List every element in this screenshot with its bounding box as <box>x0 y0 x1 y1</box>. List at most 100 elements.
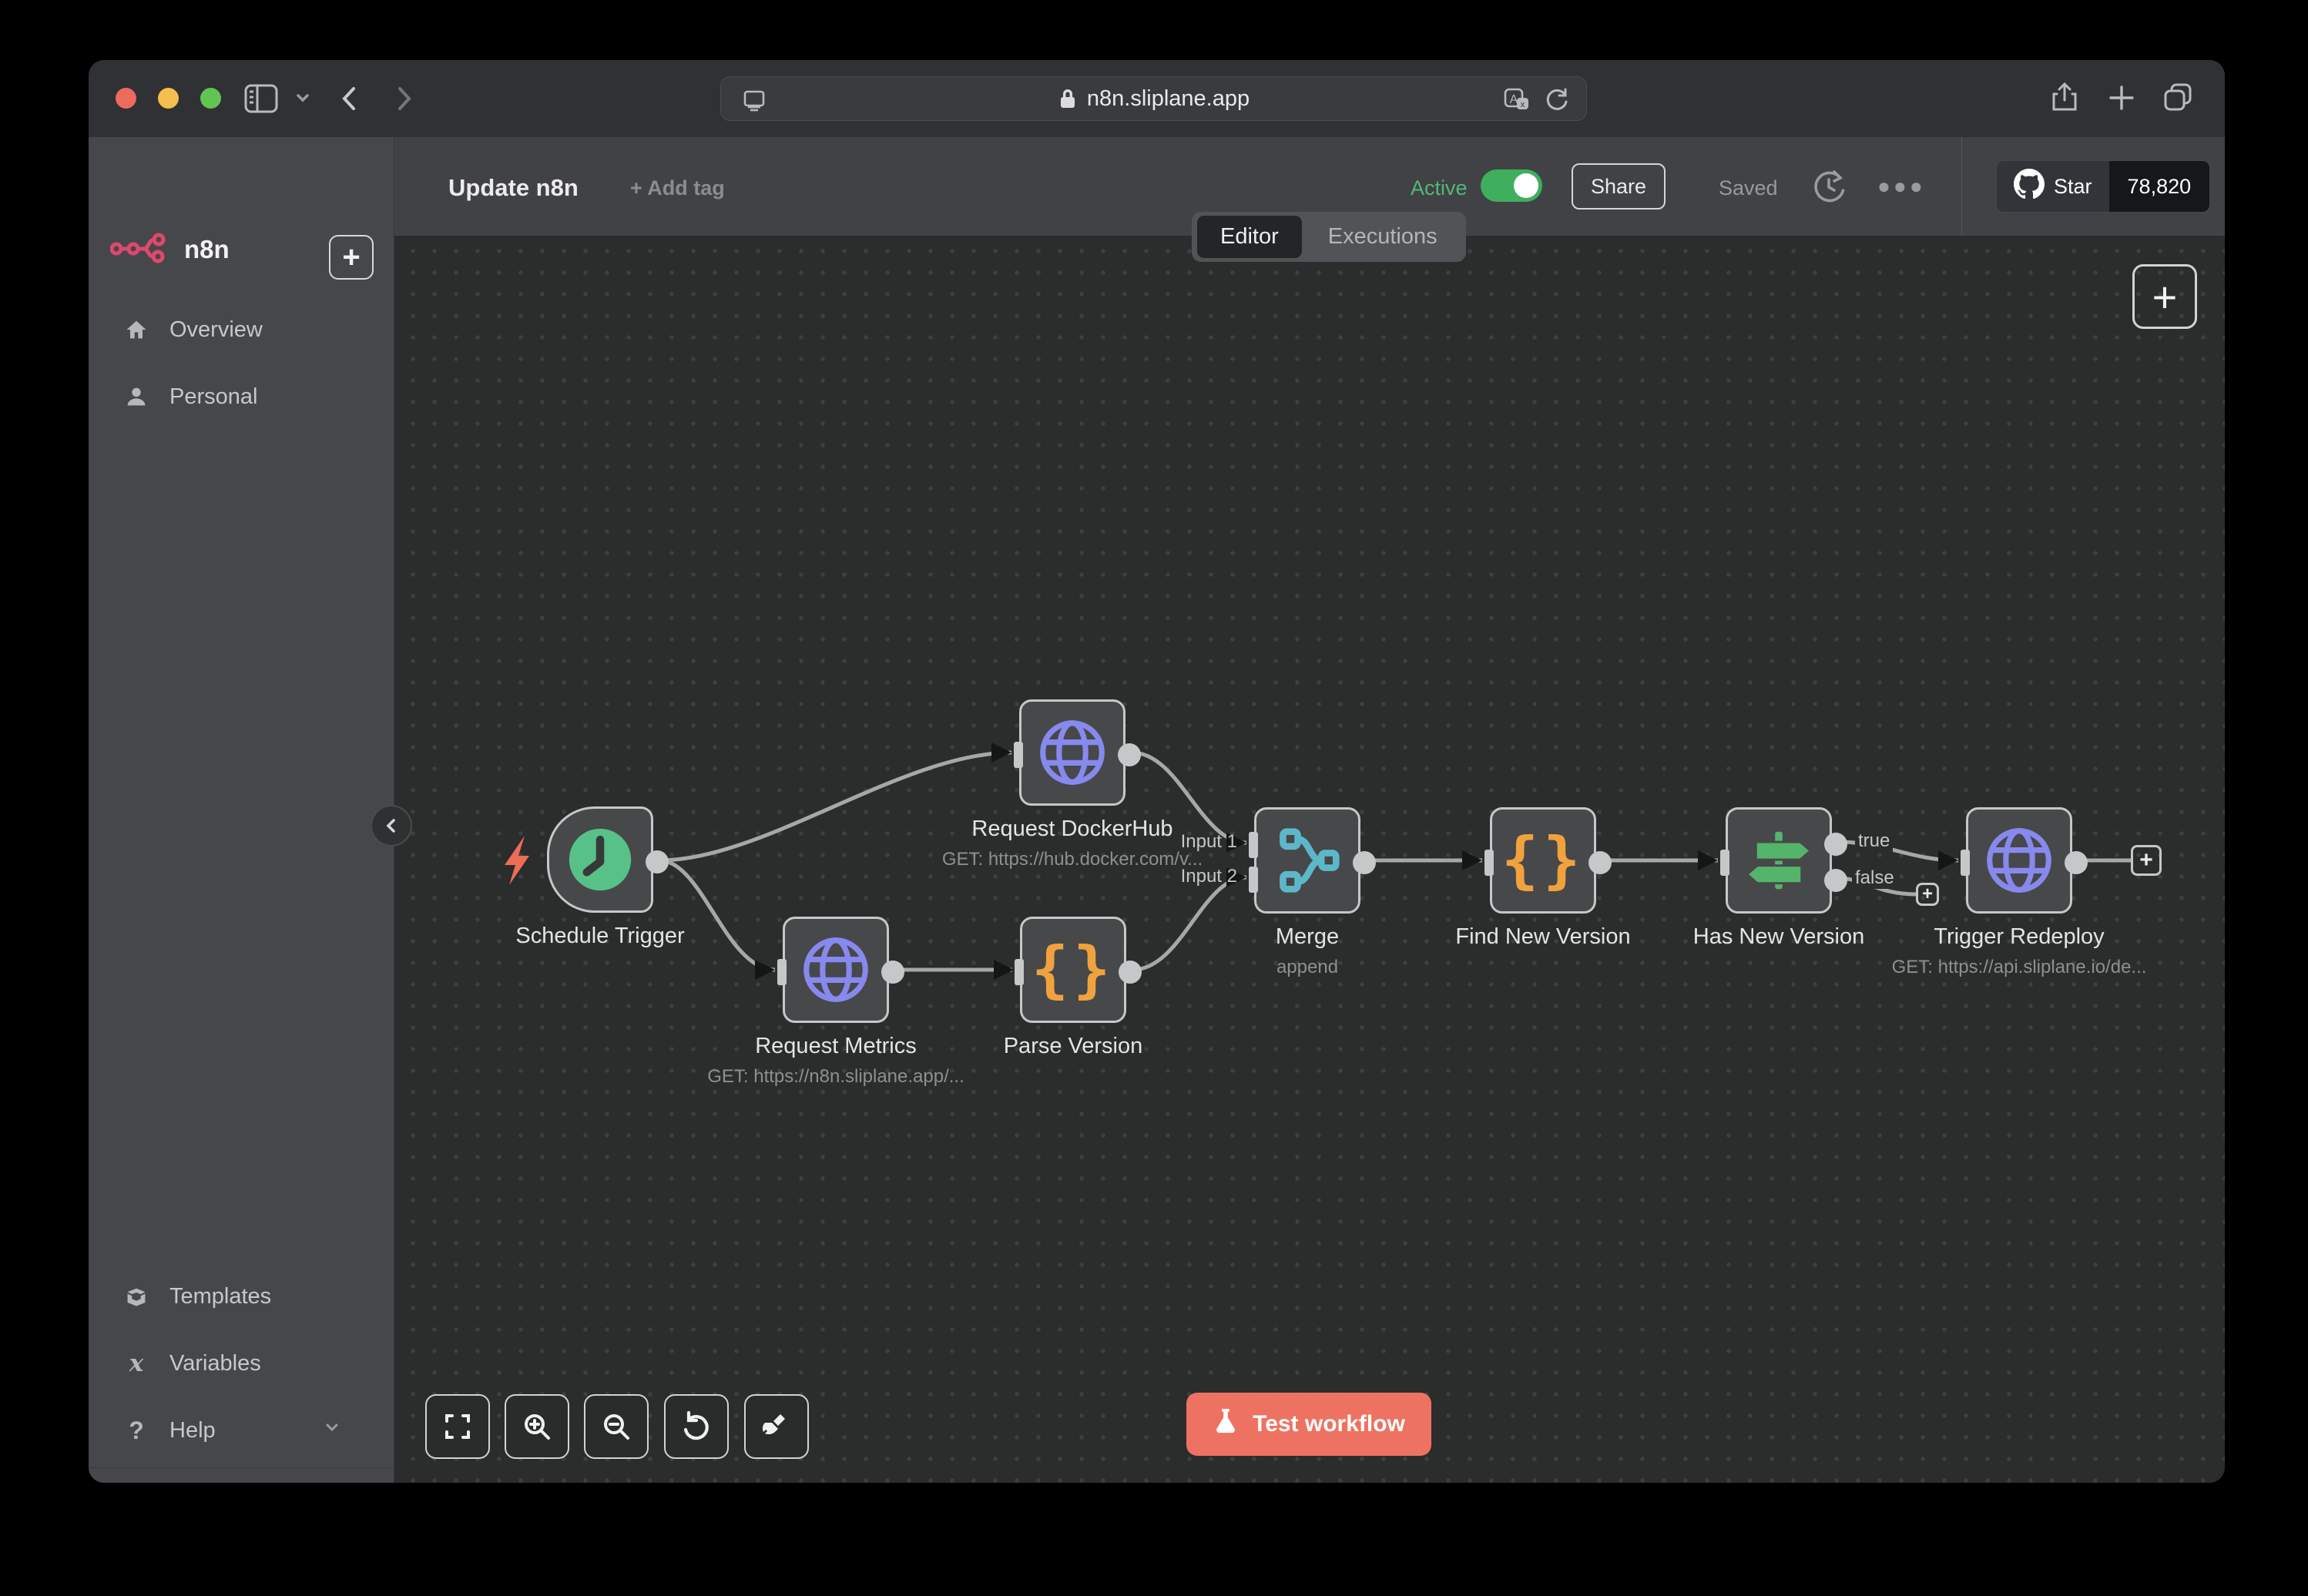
variable-x-icon: x <box>123 1352 149 1376</box>
github-logo-icon <box>2014 169 2045 205</box>
minimize-window-button[interactable] <box>158 88 179 109</box>
reload-icon[interactable] <box>1543 86 1571 113</box>
sidebar-item-label: Variables <box>169 1351 261 1376</box>
svg-text:{}: {} <box>1501 823 1585 896</box>
svg-text:{}: {} <box>1032 933 1115 1005</box>
node-label: Parse Version <box>919 1034 1227 1059</box>
node-label: Schedule Trigger <box>446 924 754 949</box>
test-workflow-button[interactable]: Test workflow <box>1186 1393 1431 1456</box>
add-node-button[interactable]: + <box>2132 264 2197 329</box>
n8n-app: n8n + Overview Personal <box>89 137 2225 1483</box>
sidebar-item-personal[interactable]: Personal <box>89 369 394 424</box>
output-port[interactable] <box>2065 851 2088 874</box>
brand-name: n8n <box>184 235 230 264</box>
input-port[interactable] <box>1014 742 1023 768</box>
add-tag-button[interactable]: + Add tag <box>630 176 725 200</box>
forward-button[interactable] <box>386 81 421 116</box>
node-trigger-redeploy[interactable]: Trigger Redeploy GET: https://api.slipla… <box>1966 807 2072 914</box>
output-port[interactable] <box>1118 743 1141 766</box>
node-find-new-version[interactable]: {} Find New Version <box>1490 807 1596 914</box>
input-port[interactable] <box>1015 959 1024 985</box>
node-parse-version[interactable]: {} Parse Version <box>1020 917 1126 1023</box>
output-port[interactable] <box>1119 961 1142 984</box>
add-node-false-branch-button[interactable]: + <box>1916 883 1939 906</box>
browser-window: n8n.sliplane.app Ax <box>89 60 2225 1483</box>
output-port-true[interactable] <box>1824 833 1847 856</box>
flask-icon <box>1213 1407 1239 1442</box>
tidy-up-button[interactable] <box>744 1394 809 1459</box>
github-star-label: Star <box>2054 175 2092 199</box>
workflow-menu-icon[interactable]: ●●● <box>1877 174 1926 199</box>
node-request-dockerhub[interactable]: Request DockerHub GET: https://hub.docke… <box>1019 699 1125 806</box>
workflow-title[interactable]: Update n8n <box>448 174 579 202</box>
lock-icon <box>1058 87 1078 110</box>
node-subtitle: append <box>1153 957 1461 978</box>
output-port[interactable] <box>1588 851 1612 874</box>
if-false-label: false <box>1852 867 1897 889</box>
translate-icon[interactable]: Ax <box>1503 87 1531 113</box>
back-button[interactable] <box>332 81 367 116</box>
sidebar-item-label: Templates <box>169 1284 271 1309</box>
node-schedule-trigger[interactable]: Schedule Trigger <box>547 806 653 913</box>
sidebar-item-help[interactable]: ? Help <box>89 1403 394 1458</box>
share-button[interactable]: Share <box>1572 163 1666 210</box>
header-divider <box>1961 137 1962 236</box>
toggle-knob <box>1514 173 1538 198</box>
desktop: n8n.sliplane.app Ax <box>0 0 2308 1596</box>
test-workflow-label: Test workflow <box>1253 1411 1405 1437</box>
active-toggle[interactable] <box>1481 169 1542 202</box>
node-has-new-version[interactable]: Has New Version <box>1726 807 1832 914</box>
input-port[interactable] <box>1720 850 1729 876</box>
url-text[interactable]: n8n.sliplane.app <box>1087 86 1250 112</box>
view-tabs: Editor Executions <box>1192 212 1466 262</box>
input-port[interactable] <box>777 959 787 985</box>
sidebar-item-overview[interactable]: Overview <box>89 302 394 357</box>
input-port[interactable] <box>1484 850 1494 876</box>
sidebar-collapse-button[interactable] <box>371 805 412 847</box>
input-port[interactable] <box>1961 850 1970 876</box>
if-true-label: true <box>1855 830 1893 852</box>
main-panel: Update n8n + Add tag Active Share Saved … <box>394 137 2225 1483</box>
chevron-down-icon[interactable] <box>291 86 314 109</box>
clock-icon <box>549 809 651 910</box>
tab-overview-icon[interactable] <box>2159 80 2196 117</box>
zoom-out-button[interactable] <box>584 1394 649 1459</box>
tab-executions[interactable]: Executions <box>1305 216 1461 258</box>
zoom-in-button[interactable] <box>505 1394 569 1459</box>
output-port[interactable] <box>1353 851 1376 874</box>
trigger-bolt-icon <box>505 836 529 885</box>
new-tab-icon[interactable] <box>2105 81 2139 115</box>
active-label: Active <box>1411 176 1468 200</box>
new-workflow-button[interactable]: + <box>329 235 374 280</box>
output-port[interactable] <box>881 961 904 984</box>
sidebar-item-variables[interactable]: x Variables <box>89 1336 394 1391</box>
zoom-window-button[interactable] <box>200 88 221 109</box>
globe-icon <box>785 919 887 1021</box>
github-star-widget[interactable]: Star 78,820 <box>1996 160 2210 213</box>
sidebar-item-templates[interactable]: Templates <box>89 1269 394 1324</box>
code-braces-icon: {} <box>1492 810 1594 911</box>
undo-button[interactable] <box>664 1394 729 1459</box>
tab-editor[interactable]: Editor <box>1197 216 1302 258</box>
workflow-canvas[interactable]: Input 1 Input 2 true false Schedule Trig… <box>394 236 2225 1483</box>
share-page-icon[interactable] <box>2045 79 2084 117</box>
input-port-1[interactable] <box>1249 832 1258 858</box>
address-bar[interactable]: n8n.sliplane.app Ax <box>720 76 1587 121</box>
sidebar-toggle-icon[interactable] <box>240 77 283 120</box>
saved-status: Saved <box>1719 176 1778 200</box>
node-request-metrics[interactable]: Request Metrics GET: https://n8n.sliplan… <box>783 917 889 1023</box>
merge-icon <box>1256 810 1358 911</box>
input-port-2[interactable] <box>1249 867 1258 893</box>
close-window-button[interactable] <box>116 88 136 109</box>
package-icon <box>123 1284 149 1309</box>
sidebar-divider <box>89 1467 394 1468</box>
n8n-logo-icon <box>110 230 169 269</box>
history-icon[interactable] <box>1808 166 1850 211</box>
traffic-lights <box>116 88 221 109</box>
node-merge[interactable]: Merge append <box>1254 807 1360 914</box>
zoom-to-fit-button[interactable] <box>425 1394 490 1459</box>
add-node-output-button[interactable]: + <box>2131 845 2162 876</box>
output-port[interactable] <box>646 850 669 873</box>
node-subtitle: GET: https://api.sliplane.io/de... <box>1865 957 2173 978</box>
output-port-false[interactable] <box>1824 869 1847 892</box>
